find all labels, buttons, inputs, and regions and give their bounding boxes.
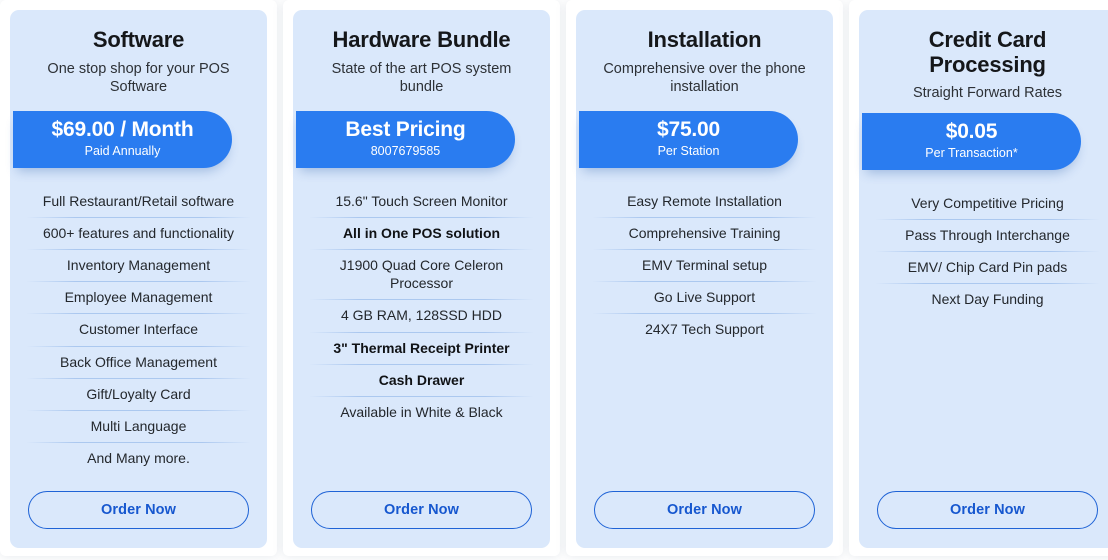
- feature-list: 15.6" Touch Screen Monitor All in One PO…: [293, 185, 550, 491]
- list-item: Go Live Support: [588, 281, 821, 313]
- price-headline: $0.05: [945, 120, 998, 144]
- list-item: Very Competitive Pricing: [911, 194, 1064, 211]
- feature-list: Easy Remote Installation Comprehensive T…: [576, 185, 833, 491]
- list-item: 3" Thermal Receipt Printer: [305, 331, 538, 364]
- price-badge-zone: $75.00 Per Station: [576, 110, 833, 185]
- list-item: 24X7 Tech Support: [588, 313, 821, 345]
- card-title: Software: [92, 27, 185, 52]
- order-now-button[interactable]: Order Now: [877, 491, 1098, 529]
- list-item: Pass Through Interchange: [871, 218, 1104, 251]
- card-header: Credit Card Processing Straight Forward …: [859, 10, 1108, 103]
- list-item: And Many more.: [22, 442, 255, 474]
- price-badge: $75.00 Per Station: [579, 110, 798, 168]
- price-badge-zone: Best Pricing 8007679585: [293, 110, 550, 185]
- list-item: 15.6" Touch Screen Monitor: [335, 192, 508, 209]
- list-item: All in One POS solution: [305, 216, 538, 249]
- price-note: Per Station: [657, 144, 720, 159]
- pricing-card-shell-credit-card-processing: Credit Card Processing Straight Forward …: [849, 0, 1108, 556]
- list-item: EMV/ Chip Card Pin pads: [871, 251, 1104, 283]
- card-subtitle: Straight Forward Rates: [912, 85, 1063, 102]
- price-badge-zone: $69.00 / Month Paid Annually: [10, 110, 267, 185]
- price-headline: $75.00: [656, 118, 721, 142]
- list-item: Next Day Funding: [871, 283, 1104, 315]
- list-item: Easy Remote Installation: [627, 192, 782, 209]
- pricing-card-hardware-bundle: Hardware Bundle State of the art POS sys…: [293, 10, 550, 548]
- order-button-wrap: Order Now: [293, 491, 550, 548]
- card-title: Credit Card Processing: [928, 27, 1047, 77]
- pricing-card-installation: Installation Comprehensive over the phon…: [576, 10, 833, 548]
- price-headline: $69.00 / Month: [51, 118, 194, 142]
- list-item: Inventory Management: [22, 249, 255, 281]
- price-badge: Best Pricing 8007679585: [296, 110, 515, 168]
- list-item: Cash Drawer: [305, 363, 538, 396]
- list-item: Employee Management: [22, 281, 255, 313]
- price-headline: Best Pricing: [345, 118, 466, 142]
- list-item: 4 GB RAM, 128SSD HDD: [305, 299, 538, 331]
- order-now-button[interactable]: Order Now: [311, 491, 532, 529]
- price-note: Per Transaction*: [925, 146, 1018, 161]
- list-item: Available in White & Black: [305, 396, 538, 428]
- list-item: Customer Interface: [22, 313, 255, 345]
- card-subtitle: One stop shop for your POS Software: [47, 60, 230, 96]
- list-item: Multi Language: [22, 410, 255, 442]
- feature-list: Full Restaurant/Retail software 600+ fea…: [10, 185, 267, 491]
- card-subtitle: Comprehensive over the phone installatio…: [603, 60, 806, 96]
- order-button-wrap: Order Now: [859, 491, 1108, 548]
- pricing-card-shell-installation: Installation Comprehensive over the phon…: [566, 0, 843, 556]
- order-now-button[interactable]: Order Now: [28, 491, 249, 529]
- price-note: Paid Annually: [84, 144, 161, 159]
- price-badge: $0.05 Per Transaction*: [862, 112, 1081, 170]
- card-header: Hardware Bundle State of the art POS sys…: [293, 10, 550, 97]
- card-title: Hardware Bundle: [332, 27, 511, 52]
- price-badge: $69.00 / Month Paid Annually: [13, 110, 232, 168]
- order-now-button[interactable]: Order Now: [594, 491, 815, 529]
- order-button-wrap: Order Now: [10, 491, 267, 548]
- card-header: Installation Comprehensive over the phon…: [576, 10, 833, 97]
- pricing-table: Software One stop shop for your POS Soft…: [0, 0, 1108, 560]
- pricing-card-shell-hardware-bundle: Hardware Bundle State of the art POS sys…: [283, 0, 560, 556]
- list-item: 600+ features and functionality: [22, 216, 255, 249]
- list-item: Gift/Loyalty Card: [22, 377, 255, 410]
- order-button-wrap: Order Now: [576, 491, 833, 548]
- price-note: 8007679585: [370, 144, 441, 159]
- pricing-card-credit-card-processing: Credit Card Processing Straight Forward …: [859, 10, 1108, 548]
- list-item: Full Restaurant/Retail software: [42, 192, 235, 209]
- feature-list: Very Competitive Pricing Pass Through In…: [859, 187, 1108, 491]
- list-item: J1900 Quad Core Celeron Processor: [305, 249, 538, 299]
- list-item: Back Office Management: [22, 345, 255, 378]
- pricing-card-software: Software One stop shop for your POS Soft…: [10, 10, 267, 548]
- pricing-card-shell-software: Software One stop shop for your POS Soft…: [0, 0, 277, 556]
- list-item: EMV Terminal setup: [588, 249, 821, 281]
- price-badge-zone: $0.05 Per Transaction*: [859, 112, 1108, 187]
- card-subtitle: State of the art POS system bundle: [331, 60, 512, 96]
- card-title: Installation: [647, 27, 762, 52]
- card-header: Software One stop shop for your POS Soft…: [10, 10, 267, 97]
- list-item: Comprehensive Training: [588, 216, 821, 249]
